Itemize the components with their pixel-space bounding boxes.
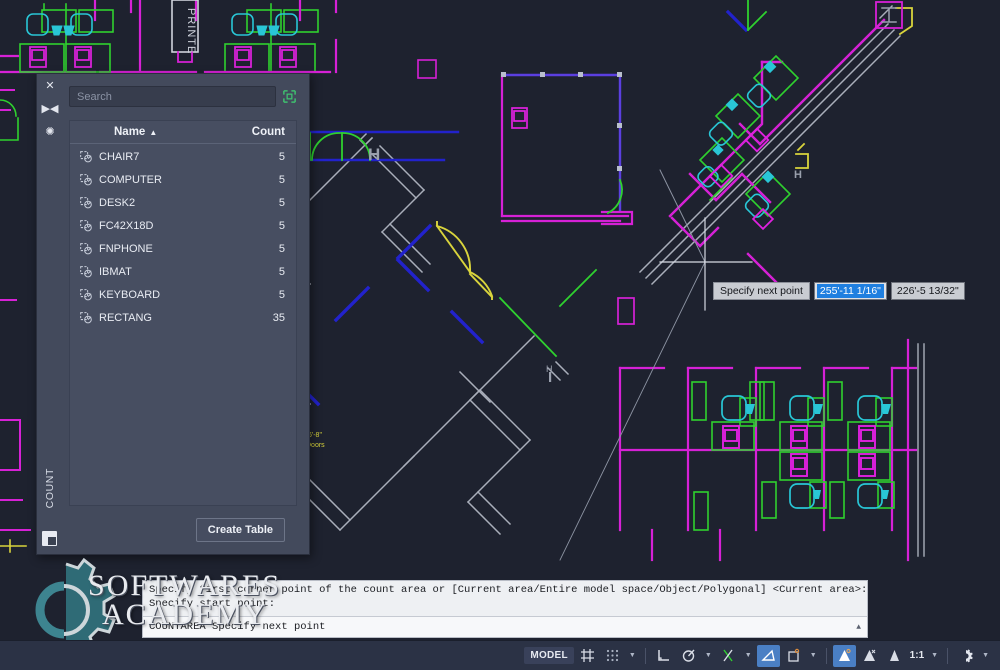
palette-footer: Create Table [69, 506, 297, 554]
table-row[interactable]: RECTANG 35 [70, 306, 296, 329]
block-count: 5 [278, 220, 285, 233]
palette-title: COUNT [44, 467, 56, 508]
angle-constraint-icon[interactable] [756, 644, 780, 667]
autocad-window: PRINTE 6'-8" Doors H I H H ✕ ▶◀ ✺ COUNT … [0, 0, 1000, 670]
auto-hide-icon[interactable]: ▶◀ [42, 104, 59, 115]
annotation-autoscale-icon[interactable] [858, 645, 881, 667]
settings-dropdown-icon[interactable]: ▼ [979, 652, 992, 659]
command-input-prefix: COUNTAREA [149, 621, 206, 633]
command-expand-icon[interactable]: ▲ [856, 623, 861, 632]
table-row[interactable]: IBMAT 5 [70, 260, 296, 283]
ortho-icon[interactable] [652, 645, 675, 667]
object-snap-tracking-icon[interactable] [782, 645, 805, 667]
block-count: 5 [278, 174, 285, 187]
annotation-visibility-icon[interactable] [832, 644, 856, 667]
block-count: 5 [278, 197, 285, 210]
command-history-line: Specify first corner point of the count … [149, 584, 867, 596]
properties-icon[interactable]: ✺ [45, 127, 54, 138]
block-reference-icon [80, 174, 92, 186]
dynamic-input-distance-value: 255'-11 1/16" [816, 284, 884, 298]
block-reference-icon [80, 288, 92, 301]
palette-body: Name▲ Count CHAIR75COMPUTER5DESK25FC42X1… [63, 74, 309, 554]
drawing-label-door-size: 6'-8" [308, 432, 322, 439]
table-row[interactable]: KEYBOARD 5 [70, 283, 296, 306]
block-count: 5 [278, 151, 285, 164]
block-reference-icon [80, 220, 92, 232]
table-row[interactable]: FC42X18D 5 [70, 215, 296, 238]
list-header: Name ▲ Count [70, 121, 296, 144]
annotation-scale-value[interactable]: 1:1 [908, 650, 926, 661]
palette-side-strip[interactable]: ✕ ▶◀ ✺ COUNT [37, 74, 63, 554]
block-count: 5 [278, 288, 285, 301]
search-row [69, 86, 297, 107]
block-name: COMPUTER [99, 174, 162, 187]
command-line[interactable]: Specify first corner point of the count … [142, 580, 868, 638]
status-divider-3 [947, 647, 949, 664]
snaptrack-dropdown-icon[interactable]: ▼ [807, 652, 820, 659]
osnap-dropdown-icon[interactable]: ▼ [742, 652, 755, 659]
block-count: 5 [278, 243, 285, 255]
drawing-label-h2: H [546, 364, 553, 374]
scale-dropdown-icon[interactable]: ▼ [928, 652, 941, 659]
column-header-name[interactable]: Name ▲ [70, 126, 252, 138]
block-reference-icon [80, 311, 92, 324]
status-divider-2 [825, 647, 827, 664]
command-history-line: Specify start point: [149, 597, 276, 610]
dynamic-input-tooltip: Specify next point 255'-11 1/16" 226'-5 … [713, 282, 965, 300]
settings-gear-icon[interactable] [954, 645, 977, 667]
list-rows: CHAIR7 5 COMPUTER 5 DESK2 5 FC42X18D 5 FNPHONE 5 I… [70, 144, 296, 505]
sort-ascending-icon: ▲ [149, 128, 158, 137]
dynamic-input-prompt: Specify next point [713, 282, 810, 300]
block-name: IBMAT [99, 265, 132, 278]
command-input[interactable]: COUNTAREA Specify next point [149, 621, 856, 633]
close-icon[interactable]: ✕ [45, 81, 54, 92]
status-bar[interactable]: MODEL ▼ ▼ ▼ ▼ 1:1 ▼ ▼ [0, 640, 1000, 670]
block-count: 35 [272, 311, 285, 324]
block-count: 5 [278, 265, 285, 278]
object-snap-icon[interactable] [717, 645, 740, 667]
polar-tracking-icon[interactable] [677, 645, 700, 667]
block-name: CHAIR7 [99, 151, 140, 164]
block-name: KEYBOARD [99, 288, 161, 301]
dynamic-input-distance-field[interactable]: 255'-11 1/16" [813, 282, 887, 300]
column-header-name-label: Name [114, 126, 146, 138]
drawing-label-h3: H [794, 169, 802, 181]
table-row[interactable]: FNPHONE 5 [70, 238, 296, 261]
count-palette[interactable]: ✕ ▶◀ ✺ COUNT Name▲ Count [36, 73, 310, 555]
create-table-button[interactable]: Create Table [195, 518, 285, 542]
dynamic-input-secondary-field[interactable]: 226'-5 13/32" [890, 282, 965, 300]
status-divider [644, 647, 646, 664]
command-input-text: Specify next point [212, 621, 326, 633]
block-reference-icon [80, 243, 92, 255]
drawing-label-h1: H [368, 145, 380, 164]
annotation-scale-icon[interactable] [883, 645, 906, 667]
command-history: Specify first corner point of the count … [143, 581, 867, 616]
block-reference-icon [80, 197, 92, 209]
command-input-row[interactable]: COUNTAREA Specify next point ▲ [143, 616, 867, 637]
block-name: FNPHONE [99, 243, 153, 255]
snap-icon[interactable] [601, 645, 624, 667]
snap-dropdown-icon[interactable]: ▼ [626, 652, 639, 659]
grid-icon[interactable] [576, 645, 599, 667]
table-row[interactable]: COMPUTER 5 [70, 169, 296, 192]
table-row[interactable]: DESK2 5 [70, 192, 296, 215]
column-header-count[interactable]: Count [252, 126, 285, 138]
search-input[interactable] [69, 86, 276, 107]
block-count-list[interactable]: Name ▲ Count CHAIR7 5 COMPUTER 5 DESK2 5 FC42X1… [69, 120, 297, 506]
block-name: RECTANG [99, 311, 152, 324]
table-row[interactable]: CHAIR7 5 [70, 146, 296, 169]
zoom-to-blocks-icon[interactable] [282, 89, 297, 104]
polar-dropdown-icon[interactable]: ▼ [702, 652, 715, 659]
block-reference-icon [80, 266, 92, 278]
model-space-toggle[interactable]: MODEL [524, 647, 574, 664]
block-name: FC42X18D [99, 220, 154, 233]
block-name: DESK2 [99, 197, 136, 210]
drawing-label-printer: PRINTE [185, 8, 197, 54]
count-badge-icon [42, 531, 57, 546]
block-reference-icon [80, 151, 92, 163]
